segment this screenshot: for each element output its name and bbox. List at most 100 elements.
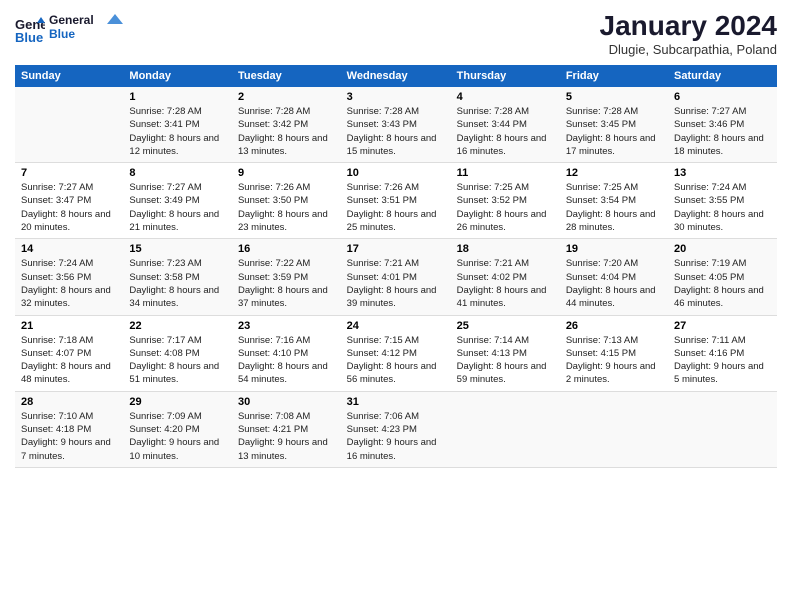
week-row-1: 7Sunrise: 7:27 AMSunset: 3:47 PMDaylight…	[15, 163, 777, 239]
calendar-cell: 28 Sunrise: 7:10 AMSunset: 4:18 PMDayligh…	[15, 391, 123, 467]
calendar-cell: 23Sunrise: 7:16 AMSunset: 4:10 PMDayligh…	[232, 315, 341, 391]
day-number: 15	[129, 243, 226, 255]
day-number: 21	[21, 320, 117, 332]
day-info: Sunrise: 7:17 AMSunset: 4:08 PMDaylight:…	[129, 334, 226, 387]
weekday-header-sunday: Sunday	[15, 65, 123, 87]
day-info: Sunrise: 7:14 AMSunset: 4:13 PMDaylight:…	[457, 334, 554, 387]
calendar-cell: 20Sunrise: 7:19 AMSunset: 4:05 PMDayligh…	[668, 239, 777, 315]
calendar-cell: 15 Sunrise: 7:23 AMSunset: 3:58 PMDayligh…	[123, 239, 232, 315]
weekday-header-wednesday: Wednesday	[341, 65, 451, 87]
day-number: 3	[347, 91, 445, 103]
day-info: Sunrise: 7:27 AMSunset: 3:49 PMDaylight:…	[129, 181, 226, 234]
day-number: 11	[457, 167, 554, 179]
day-info: Sunrise: 7:13 AMSunset: 4:15 PMDaylight:…	[566, 334, 662, 387]
calendar-cell	[668, 391, 777, 467]
calendar-cell: 11Sunrise: 7:25 AMSunset: 3:52 PMDayligh…	[451, 163, 560, 239]
calendar-cell: 10Sunrise: 7:26 AMSunset: 3:51 PMDayligh…	[341, 163, 451, 239]
day-number: 20	[674, 243, 771, 255]
logo: General Blue General Blue	[15, 10, 129, 50]
location: Dlugie, Subcarpathia, Poland	[600, 42, 777, 57]
day-number: 26	[566, 320, 662, 332]
header: General Blue General Blue January 2024 D…	[15, 10, 777, 57]
calendar-cell: 21 Sunrise: 7:18 AMSunset: 4:07 PMDayligh…	[15, 315, 123, 391]
day-info: Sunrise: 7:24 AMSunset: 3:56 PMDaylight:…	[21, 257, 117, 310]
day-info: Sunrise: 7:28 AMSunset: 3:42 PMDaylight:…	[238, 105, 335, 158]
day-number: 2	[238, 91, 335, 103]
calendar-cell: 4 Sunrise: 7:28 AMSunset: 3:44 PMDaylight…	[451, 87, 560, 163]
day-number: 22	[129, 320, 226, 332]
weekday-header-monday: Monday	[123, 65, 232, 87]
day-info: Sunrise: 7:16 AMSunset: 4:10 PMDaylight:…	[238, 334, 335, 387]
day-number: 9	[238, 167, 335, 179]
calendar-cell: 17Sunrise: 7:21 AMSunset: 4:01 PMDayligh…	[341, 239, 451, 315]
day-info: Sunrise: 7:15 AMSunset: 4:12 PMDaylight:…	[347, 334, 445, 387]
day-number: 8	[129, 167, 226, 179]
logo-text: General Blue	[49, 10, 129, 50]
calendar-cell: 6 Sunrise: 7:27 AMSunset: 3:46 PMDaylight…	[668, 87, 777, 163]
calendar-cell: 18 Sunrise: 7:21 AMSunset: 4:02 PMDayligh…	[451, 239, 560, 315]
day-info: Sunrise: 7:28 AMSunset: 3:41 PMDaylight:…	[129, 105, 226, 158]
calendar-cell: 19Sunrise: 7:20 AMSunset: 4:04 PMDayligh…	[560, 239, 668, 315]
day-number: 4	[457, 91, 554, 103]
calendar-cell: 12 Sunrise: 7:25 AMSunset: 3:54 PMDayligh…	[560, 163, 668, 239]
day-number: 25	[457, 320, 554, 332]
day-number: 18	[457, 243, 554, 255]
day-info: Sunrise: 7:06 AMSunset: 4:23 PMDaylight:…	[347, 410, 445, 463]
day-info: Sunrise: 7:21 AMSunset: 4:02 PMDaylight:…	[457, 257, 554, 310]
day-info: Sunrise: 7:09 AMSunset: 4:20 PMDaylight:…	[129, 410, 226, 463]
day-info: Sunrise: 7:08 AMSunset: 4:21 PMDaylight:…	[238, 410, 335, 463]
weekday-header-friday: Friday	[560, 65, 668, 87]
day-number: 27	[674, 320, 771, 332]
svg-text:Blue: Blue	[49, 27, 75, 41]
week-row-0: 1Sunrise: 7:28 AMSunset: 3:41 PMDaylight…	[15, 87, 777, 163]
calendar-cell: 29Sunrise: 7:09 AMSunset: 4:20 PMDayligh…	[123, 391, 232, 467]
day-info: Sunrise: 7:28 AMSunset: 3:44 PMDaylight:…	[457, 105, 554, 158]
calendar-cell: 24 Sunrise: 7:15 AMSunset: 4:12 PMDayligh…	[341, 315, 451, 391]
day-info: Sunrise: 7:28 AMSunset: 3:43 PMDaylight:…	[347, 105, 445, 158]
day-number: 12	[566, 167, 662, 179]
day-info: Sunrise: 7:26 AMSunset: 3:50 PMDaylight:…	[238, 181, 335, 234]
day-info: Sunrise: 7:18 AMSunset: 4:07 PMDaylight:…	[21, 334, 117, 387]
day-info: Sunrise: 7:10 AMSunset: 4:18 PMDaylight:…	[21, 410, 117, 463]
day-info: Sunrise: 7:27 AMSunset: 3:46 PMDaylight:…	[674, 105, 771, 158]
svg-text:Blue: Blue	[15, 30, 43, 45]
day-number: 16	[238, 243, 335, 255]
day-info: Sunrise: 7:28 AMSunset: 3:45 PMDaylight:…	[566, 105, 662, 158]
day-number: 13	[674, 167, 771, 179]
calendar-cell	[560, 391, 668, 467]
calendar-cell: 26 Sunrise: 7:13 AMSunset: 4:15 PMDayligh…	[560, 315, 668, 391]
day-number: 31	[347, 396, 445, 408]
day-info: Sunrise: 7:25 AMSunset: 3:54 PMDaylight:…	[566, 181, 662, 234]
calendar-cell: 31 Sunrise: 7:06 AMSunset: 4:23 PMDayligh…	[341, 391, 451, 467]
calendar-cell: 3 Sunrise: 7:28 AMSunset: 3:43 PMDaylight…	[341, 87, 451, 163]
day-info: Sunrise: 7:27 AMSunset: 3:47 PMDaylight:…	[21, 181, 117, 234]
day-number: 30	[238, 396, 335, 408]
calendar-cell: 5Sunrise: 7:28 AMSunset: 3:45 PMDaylight…	[560, 87, 668, 163]
week-row-2: 14 Sunrise: 7:24 AMSunset: 3:56 PMDayligh…	[15, 239, 777, 315]
calendar-cell: 9 Sunrise: 7:26 AMSunset: 3:50 PMDaylight…	[232, 163, 341, 239]
main-container: General Blue General Blue January 2024 D…	[0, 0, 792, 612]
day-number: 24	[347, 320, 445, 332]
logo-icon: General Blue	[15, 15, 45, 45]
day-info: Sunrise: 7:22 AMSunset: 3:59 PMDaylight:…	[238, 257, 335, 310]
day-info: Sunrise: 7:20 AMSunset: 4:04 PMDaylight:…	[566, 257, 662, 310]
weekday-header-tuesday: Tuesday	[232, 65, 341, 87]
calendar-cell: 8 Sunrise: 7:27 AMSunset: 3:49 PMDaylight…	[123, 163, 232, 239]
day-number: 14	[21, 243, 117, 255]
calendar-cell: 14 Sunrise: 7:24 AMSunset: 3:56 PMDayligh…	[15, 239, 123, 315]
calendar-cell: 27 Sunrise: 7:11 AMSunset: 4:16 PMDayligh…	[668, 315, 777, 391]
month-title: January 2024	[600, 10, 777, 42]
calendar-cell: 25 Sunrise: 7:14 AMSunset: 4:13 PMDayligh…	[451, 315, 560, 391]
day-number: 28	[21, 396, 117, 408]
weekday-header-row: SundayMondayTuesdayWednesdayThursdayFrid…	[15, 65, 777, 87]
week-row-4: 28 Sunrise: 7:10 AMSunset: 4:18 PMDayligh…	[15, 391, 777, 467]
day-info: Sunrise: 7:23 AMSunset: 3:58 PMDaylight:…	[129, 257, 226, 310]
svg-text:General: General	[49, 13, 94, 27]
day-info: Sunrise: 7:26 AMSunset: 3:51 PMDaylight:…	[347, 181, 445, 234]
day-number: 17	[347, 243, 445, 255]
weekday-header-saturday: Saturday	[668, 65, 777, 87]
title-block: January 2024 Dlugie, Subcarpathia, Polan…	[600, 10, 777, 57]
day-number: 6	[674, 91, 771, 103]
calendar-cell	[15, 87, 123, 163]
day-info: Sunrise: 7:11 AMSunset: 4:16 PMDaylight:…	[674, 334, 771, 387]
